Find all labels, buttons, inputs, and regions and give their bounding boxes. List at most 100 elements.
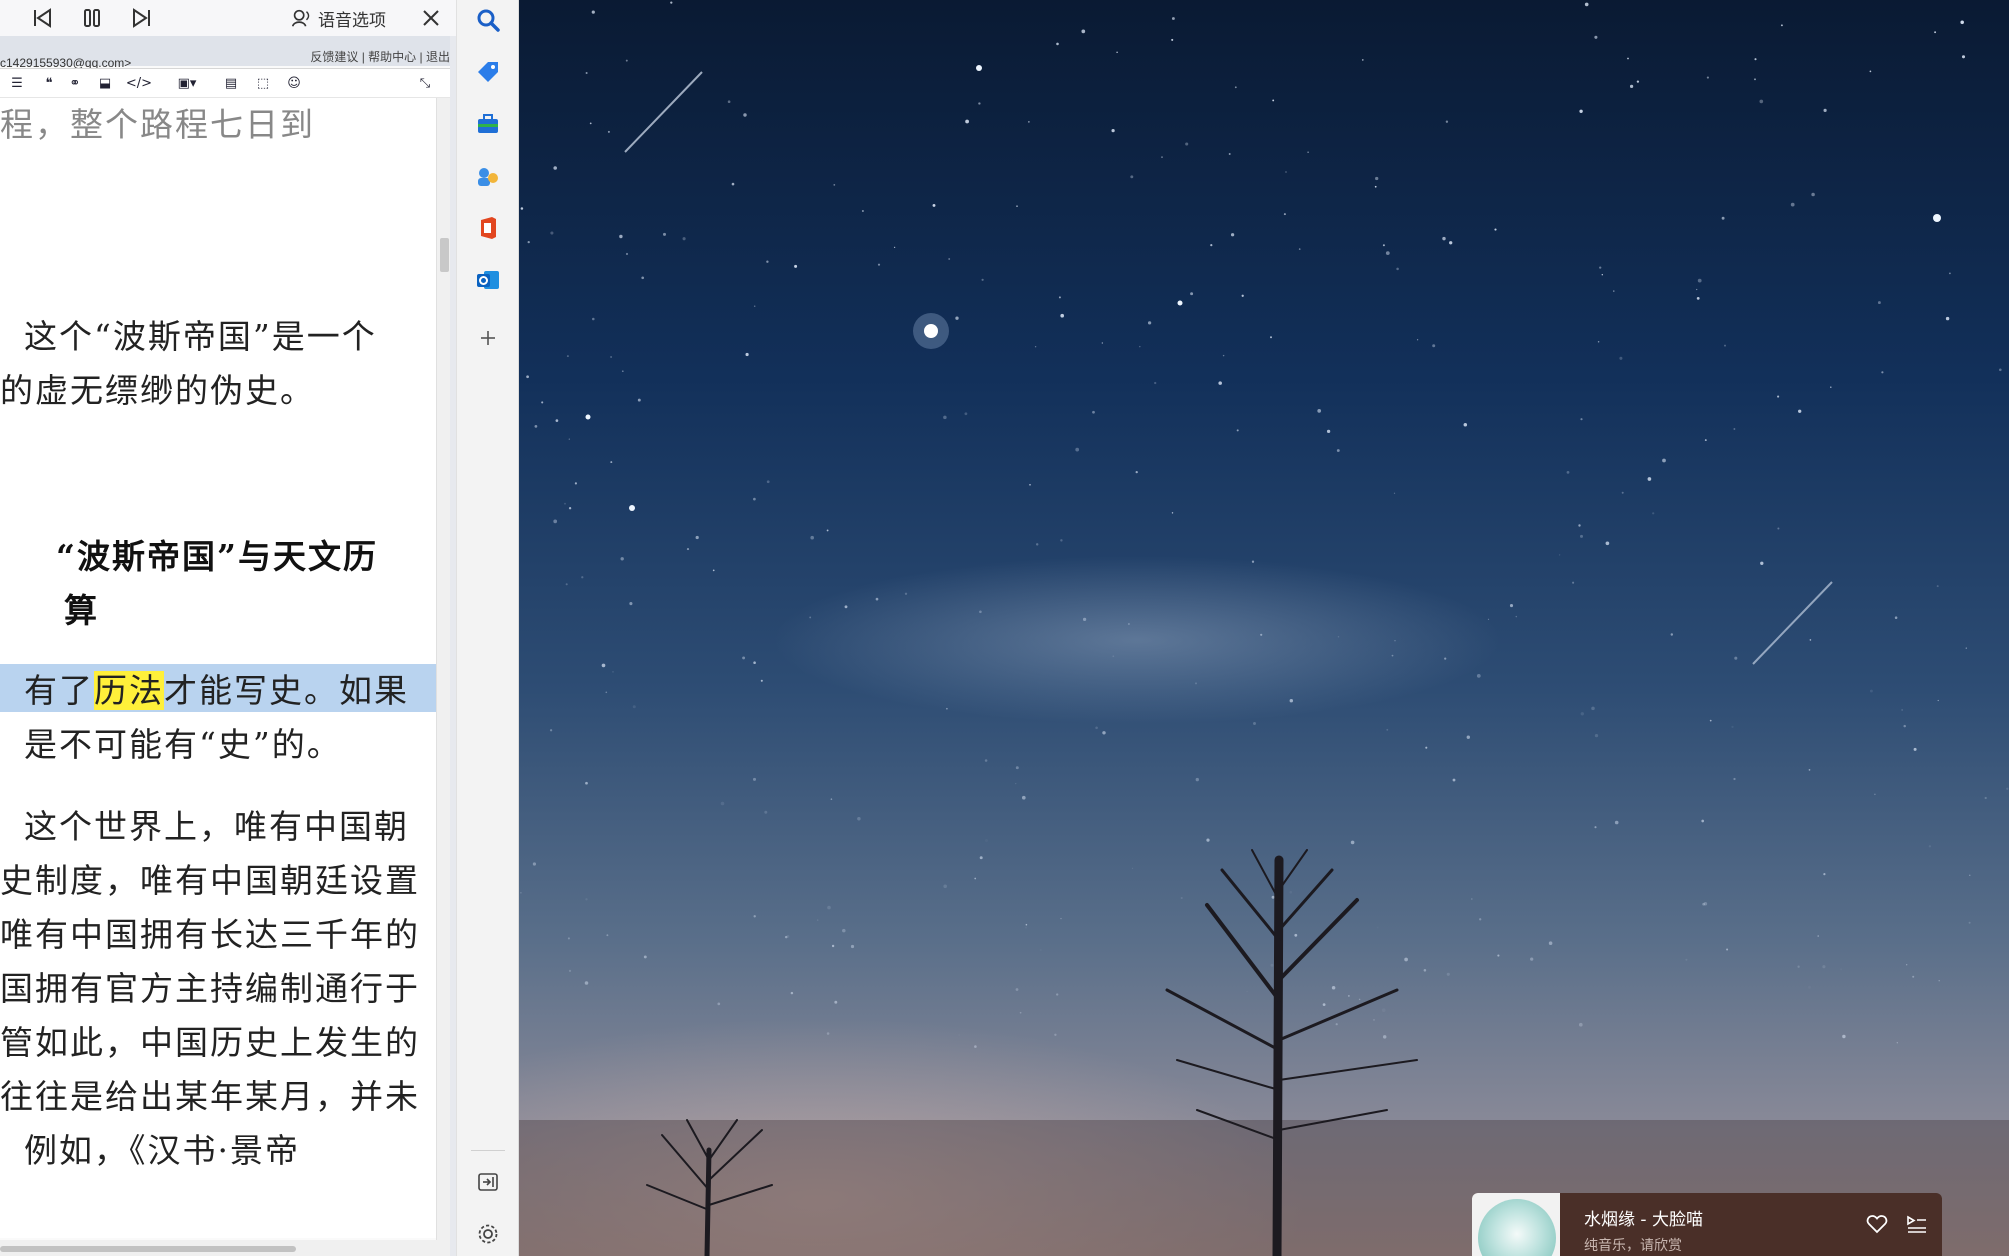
- format-icon[interactable]: ☰: [8, 75, 26, 93]
- star: [1253, 722, 1256, 725]
- office-icon[interactable]: [474, 214, 502, 242]
- heart-icon[interactable]: [1864, 1211, 1890, 1237]
- star: [1336, 449, 1340, 452]
- star: [625, 59, 628, 62]
- star: [1896, 1042, 1898, 1044]
- meteor-trail: [624, 71, 703, 153]
- shopping-tag-icon[interactable]: [474, 58, 502, 86]
- scroll-thumb[interactable]: [0, 1246, 296, 1252]
- star: [1949, 272, 1951, 275]
- insert-icon[interactable]: ⬓: [96, 75, 114, 93]
- star: [1206, 838, 1210, 842]
- star: [565, 583, 568, 586]
- star: [790, 991, 794, 995]
- image-icon[interactable]: ▣▾: [174, 75, 200, 93]
- outlook-icon[interactable]: [474, 266, 502, 294]
- star: [1270, 336, 1272, 339]
- star: [643, 955, 647, 959]
- star: [1903, 724, 1906, 728]
- emoji-icon[interactable]: ☺: [285, 75, 303, 93]
- star: [1035, 543, 1039, 546]
- close-icon[interactable]: [418, 5, 444, 31]
- star: [1185, 142, 1189, 146]
- voice-icon: [291, 9, 310, 27]
- star: [958, 1034, 960, 1036]
- vertical-scrollbar[interactable]: [436, 98, 451, 1240]
- star: [850, 944, 855, 949]
- star: [1040, 949, 1042, 951]
- star: [1912, 975, 1915, 978]
- music-player-widget[interactable]: 水烟缘 - 大脸喵 纯音乐，请欣赏: [1472, 1193, 1942, 1256]
- star: [743, 113, 747, 117]
- star: [1937, 699, 1939, 702]
- read-aloud-bar: 语音选项: [0, 0, 456, 37]
- star: [1283, 213, 1286, 216]
- collapse-icon[interactable]: ⤡: [416, 75, 434, 93]
- quote-icon[interactable]: ❝: [40, 75, 58, 93]
- star: [1754, 78, 1756, 81]
- search-icon[interactable]: [474, 6, 502, 34]
- star: [1102, 731, 1106, 735]
- star: [520, 892, 522, 894]
- star: [1317, 409, 1322, 413]
- star: [1548, 941, 1553, 945]
- horizontal-scrollbar[interactable]: [0, 1240, 450, 1256]
- hide-sidebar-icon[interactable]: [474, 1168, 502, 1196]
- star: [842, 928, 846, 933]
- help-center-link[interactable]: 帮助中心: [368, 50, 416, 64]
- scroll-thumb[interactable]: [440, 238, 449, 272]
- games-icon[interactable]: [474, 162, 502, 190]
- playlist-icon[interactable]: [1904, 1211, 1930, 1237]
- star: [632, 705, 636, 709]
- star: [833, 183, 836, 186]
- text-run: 有了: [24, 671, 94, 710]
- page-icon[interactable]: ▤: [222, 75, 240, 93]
- star: [585, 71, 588, 75]
- select-icon[interactable]: ⬚: [254, 75, 272, 93]
- feedback-link[interactable]: 反馈建议: [310, 50, 358, 64]
- add-icon[interactable]: [474, 324, 502, 352]
- star: [745, 352, 749, 357]
- star: [1056, 993, 1059, 996]
- tools-icon[interactable]: [474, 110, 502, 138]
- logout-link[interactable]: 退出: [426, 50, 450, 64]
- star: [1760, 561, 1764, 565]
- star: [1337, 636, 1340, 638]
- star: [1619, 356, 1623, 360]
- star: [1830, 386, 1832, 388]
- star: [784, 935, 788, 939]
- previous-icon[interactable]: [30, 6, 54, 30]
- code-icon[interactable]: </>: [124, 75, 154, 93]
- star: [584, 981, 589, 985]
- star: [592, 317, 595, 321]
- star: [1025, 923, 1028, 926]
- link-icon[interactable]: ⚭: [66, 75, 84, 93]
- star: [1572, 581, 1575, 584]
- star: [625, 252, 629, 256]
- star: [1840, 968, 1843, 971]
- star: [1331, 985, 1336, 990]
- star: [1260, 633, 1263, 636]
- star: [984, 759, 988, 762]
- star: [1584, 2, 1589, 7]
- star: [984, 838, 989, 843]
- star: [686, 548, 690, 551]
- star: [752, 777, 757, 781]
- star: [946, 707, 948, 710]
- settings-gear-icon[interactable]: [474, 1220, 502, 1248]
- document-body[interactable]: 程，整个路程七日到 这个“波斯帝国”是一个 的虚无缥缈的伪史。 “波斯帝国”与天…: [0, 98, 436, 1238]
- star: [979, 610, 982, 614]
- star: [1969, 874, 1971, 876]
- pause-icon[interactable]: [80, 6, 104, 30]
- star: [1025, 926, 1027, 929]
- star: [766, 260, 769, 263]
- star: [1913, 747, 1917, 751]
- voice-options-button[interactable]: 语音选项: [290, 6, 386, 31]
- next-icon[interactable]: [130, 6, 154, 30]
- star: [1374, 185, 1377, 188]
- star: [670, 1, 673, 4]
- star: [1442, 236, 1446, 241]
- star: [1135, 470, 1138, 474]
- text-line: 这个世界上，唯有中国朝: [24, 807, 409, 846]
- star: [731, 182, 735, 186]
